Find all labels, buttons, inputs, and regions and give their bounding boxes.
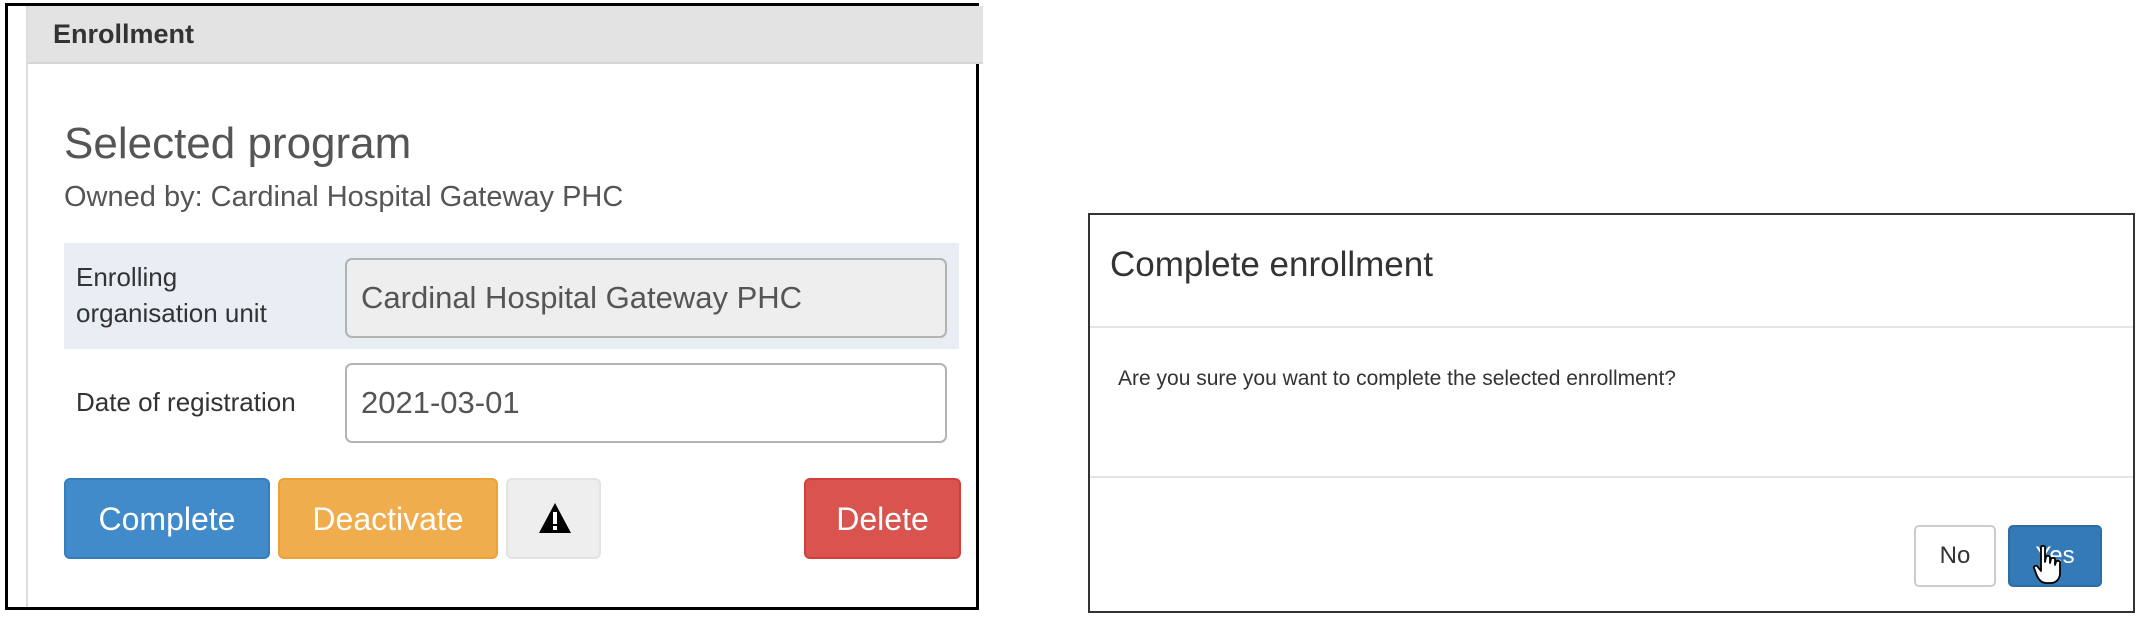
registration-date-label: Date of registration xyxy=(76,387,296,417)
panel-heading: Enrollment xyxy=(28,6,983,64)
enrolling-org-field: Cardinal Hospital Gateway PHC xyxy=(345,258,947,338)
warning-triangle-icon xyxy=(539,503,571,533)
enrolling-org-row: Enrolling organisation unit Cardinal Hos… xyxy=(64,243,959,349)
dialog-title: Complete enrollment xyxy=(1110,245,1433,284)
enrollment-panel-body: Enrollment Selected program Owned by: Ca… xyxy=(26,6,983,607)
no-button[interactable]: No xyxy=(1914,525,1996,587)
complete-enrollment-dialog: Complete enrollment Are you sure you wan… xyxy=(1088,213,2135,613)
delete-button[interactable]: Delete xyxy=(804,478,961,559)
dialog-body xyxy=(1090,328,2133,478)
registration-date-field[interactable]: 2021-03-01 xyxy=(345,363,947,443)
enrolling-org-label: Enrolling organisation unit xyxy=(76,259,267,331)
complete-button[interactable]: Complete xyxy=(64,478,270,559)
enrollment-panel: Enrollment Selected program Owned by: Ca… xyxy=(5,3,983,610)
registration-date-row: Date of registration 2021-03-01 xyxy=(64,359,959,447)
deactivate-button[interactable]: Deactivate xyxy=(278,478,498,559)
hand-pointer-icon xyxy=(2033,545,2061,584)
enrolling-org-label-line1: Enrolling xyxy=(76,262,178,292)
enrolling-org-label-line2: organisation unit xyxy=(76,298,267,328)
program-title: Selected program xyxy=(64,119,412,168)
dialog-message: Are you sure you want to complete the se… xyxy=(1118,367,1676,390)
owned-by-text: Owned by: Cardinal Hospital Gateway PHC xyxy=(64,181,624,213)
warning-button[interactable] xyxy=(506,478,601,559)
